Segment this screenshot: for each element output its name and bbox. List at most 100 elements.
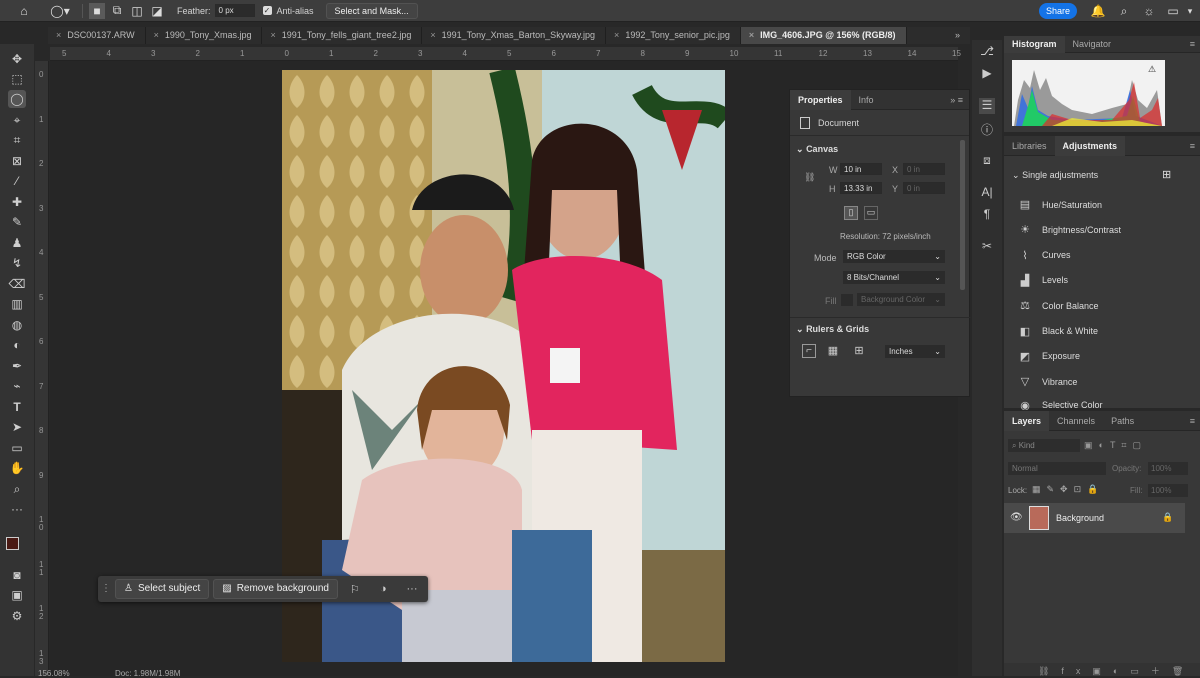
close-icon[interactable]: × [430, 27, 435, 44]
adjustment-item[interactable]: ◩ Exposure [1018, 350, 1080, 363]
adjustment-item[interactable]: ☀ Brightness/Contrast [1018, 223, 1121, 236]
quick-mask-icon[interactable]: ◙ [8, 566, 26, 584]
pen-tool-2-icon[interactable]: ⌁ [8, 377, 26, 395]
tab-layers[interactable]: Layers [1004, 410, 1050, 431]
pen-tool-icon[interactable]: ✒ [8, 357, 26, 375]
bell-icon[interactable]: 🔔 [1090, 3, 1106, 19]
tab-adjustments[interactable]: Adjustments [1054, 135, 1126, 156]
subtract-selection-icon[interactable]: ◫ [129, 3, 145, 19]
frame-tool-icon[interactable]: ⊠ [8, 152, 26, 170]
flag-icon[interactable]: ⚐ [350, 583, 360, 596]
more-options-icon[interactable]: ··· [407, 583, 418, 595]
tab-navigator[interactable]: Navigator [1065, 36, 1120, 53]
doc-tab[interactable]: × 1990_Tony_Xmas.jpg [146, 27, 263, 44]
home-icon[interactable]: ⌂ [16, 3, 32, 19]
adjustment-item[interactable]: ▟ Levels [1018, 274, 1068, 287]
chevron-down-icon[interactable]: ⌄ [796, 324, 804, 334]
horizontal-ruler[interactable]: 5 4 3 2 1 0 1 2 3 4 5 6 7 8 9 10 11 12 13 14 15 [50, 47, 961, 61]
doc-tab[interactable]: × 1992_Tony_senior_pic.jpg [606, 27, 741, 44]
dodge-tool-icon[interactable]: ◐ [8, 336, 26, 354]
lasso-tool-icon[interactable]: ◯ [8, 90, 26, 108]
drag-handle-icon[interactable]: ⋮ [101, 584, 111, 594]
layer-row[interactable]: 👁 Background 🔒 [1004, 503, 1185, 533]
adjustment-item[interactable]: ▤ Hue/Saturation [1018, 198, 1102, 211]
vertical-ruler[interactable]: 0 1 2 3 4 5 6 7 8 9 1 0 1 1 1 2 1 3 [35, 61, 49, 676]
select-subject-button[interactable]: ♙ Select subject [115, 579, 210, 599]
close-icon[interactable]: × [749, 27, 754, 44]
character-icon[interactable]: A| [979, 185, 995, 201]
landscape-icon[interactable]: ▭ [864, 206, 878, 220]
adjustment-item[interactable]: ⌇ Curves [1018, 249, 1070, 262]
width-field[interactable]: 10 in [840, 163, 882, 175]
healing-tool-icon[interactable]: ✚ [8, 193, 26, 211]
select-and-mask-button[interactable]: Select and Mask... [325, 2, 418, 19]
tool-presets-icon[interactable]: ✂ [979, 239, 995, 255]
quick-select-tool-icon[interactable]: ⌖ [8, 111, 26, 129]
close-icon[interactable]: × [270, 27, 275, 44]
doc-tab[interactable]: × 1991_Tony_fells_giant_tree2.jpg [262, 27, 423, 44]
libraries-icon[interactable]: ⧈ [979, 153, 995, 169]
adjust-icon[interactable]: ◑ [380, 583, 387, 595]
hand-tool-icon[interactable]: ✋ [8, 459, 26, 477]
move-tool-icon[interactable]: ✥ [8, 50, 26, 68]
doc-tab[interactable]: × DSC00137.ARW [48, 27, 146, 44]
layer-filter-icons[interactable]: ▣◐T⌗▢ [1084, 440, 1147, 451]
history-icon[interactable]: ⎇ [979, 44, 995, 60]
adjustment-item[interactable]: ◉ Selective Color [1018, 400, 1102, 410]
foreground-color-swatch[interactable] [6, 537, 19, 550]
y-field[interactable]: 0 in [903, 182, 945, 194]
bulb-icon[interactable]: ☼ [1141, 3, 1157, 19]
chevron-down-icon[interactable]: ⌄ [796, 144, 804, 154]
panel-menu-icon[interactable]: » ≡ [950, 95, 963, 105]
add-selection-icon[interactable]: ⧉ [109, 3, 125, 19]
x-field[interactable]: 0 in [903, 163, 945, 175]
blend-mode-select[interactable]: Normal [1008, 462, 1106, 475]
panel-menu-icon[interactable]: ≡ [1190, 416, 1195, 426]
lock-icons[interactable]: ▦✎✥⊡🔒 [1032, 484, 1104, 495]
workspace-chevron-icon[interactable]: ▾ [1182, 3, 1198, 19]
stamp-tool-icon[interactable]: ♟ [8, 234, 26, 252]
tab-paths[interactable]: Paths [1103, 411, 1142, 431]
rulers-toggle-icon[interactable]: ⌐ [802, 344, 816, 358]
close-icon[interactable]: × [154, 27, 159, 44]
share-button[interactable]: Share [1039, 3, 1077, 19]
close-icon[interactable]: × [614, 27, 619, 44]
paragraph-icon[interactable]: ¶ [979, 207, 995, 223]
adjustment-item[interactable]: ◧ Black & White [1018, 325, 1098, 338]
zoom-tool-icon[interactable]: ⌕ [8, 480, 26, 498]
eyedropper-tool-icon[interactable]: ⁄ [8, 172, 26, 190]
panel-scrollbar[interactable] [960, 140, 965, 290]
doc-tab[interactable]: × 1991_Tony_Xmas_Barton_Skyway.jpg [422, 27, 607, 44]
tab-libraries[interactable]: Libraries [1004, 136, 1055, 156]
adjustment-item[interactable]: ▽ Vibrance [1018, 375, 1078, 388]
lock-icon[interactable]: 🔒 [1162, 512, 1173, 523]
zoom-level[interactable]: 156.08% [38, 669, 70, 678]
close-icon[interactable]: × [56, 27, 61, 44]
fill-swatch[interactable] [841, 294, 853, 306]
workspace-icon[interactable]: ▭ [1165, 3, 1181, 19]
fill-field[interactable]: 100% [1148, 484, 1188, 497]
marquee-tool-icon[interactable]: ⬚ [8, 70, 26, 88]
remove-background-button[interactable]: ▨ Remove background [213, 579, 338, 599]
portrait-icon[interactable]: ▯ [844, 206, 858, 220]
more-tools-icon[interactable]: ··· [8, 500, 26, 518]
tab-channels[interactable]: Channels [1049, 411, 1103, 431]
opacity-field[interactable]: 100% [1148, 462, 1188, 475]
blur-tool-icon[interactable]: ◍ [8, 316, 26, 334]
antialias-checkbox[interactable]: ✓ [262, 6, 272, 15]
tabs-overflow-icon[interactable]: » [947, 27, 970, 44]
actions-play-icon[interactable]: ▶ [979, 66, 995, 82]
generative-icon[interactable]: ⚙ [8, 607, 26, 625]
rectangle-tool-icon[interactable]: ▭ [8, 439, 26, 457]
single-adjustments-header[interactable]: ⌄ Single adjustments [1012, 170, 1098, 181]
lasso-preset-icon[interactable]: ◯▾ [48, 3, 72, 19]
doc-tab-active[interactable]: × IMG_4606.JPG @ 156% (RGB/8) [740, 27, 907, 44]
intersect-selection-icon[interactable]: ◪ [149, 3, 165, 19]
warning-icon[interactable]: ⚠ [1148, 64, 1156, 75]
info-icon[interactable]: ⓘ [979, 121, 995, 137]
eye-icon[interactable]: 👁 [1010, 512, 1023, 523]
gradient-tool-icon[interactable]: ▥ [8, 295, 26, 313]
screen-mode-icon[interactable]: ▣ [8, 586, 26, 604]
bits-select[interactable]: 8 Bits/Channel ⌄ [843, 271, 945, 284]
type-tool-icon[interactable]: T [8, 398, 26, 416]
